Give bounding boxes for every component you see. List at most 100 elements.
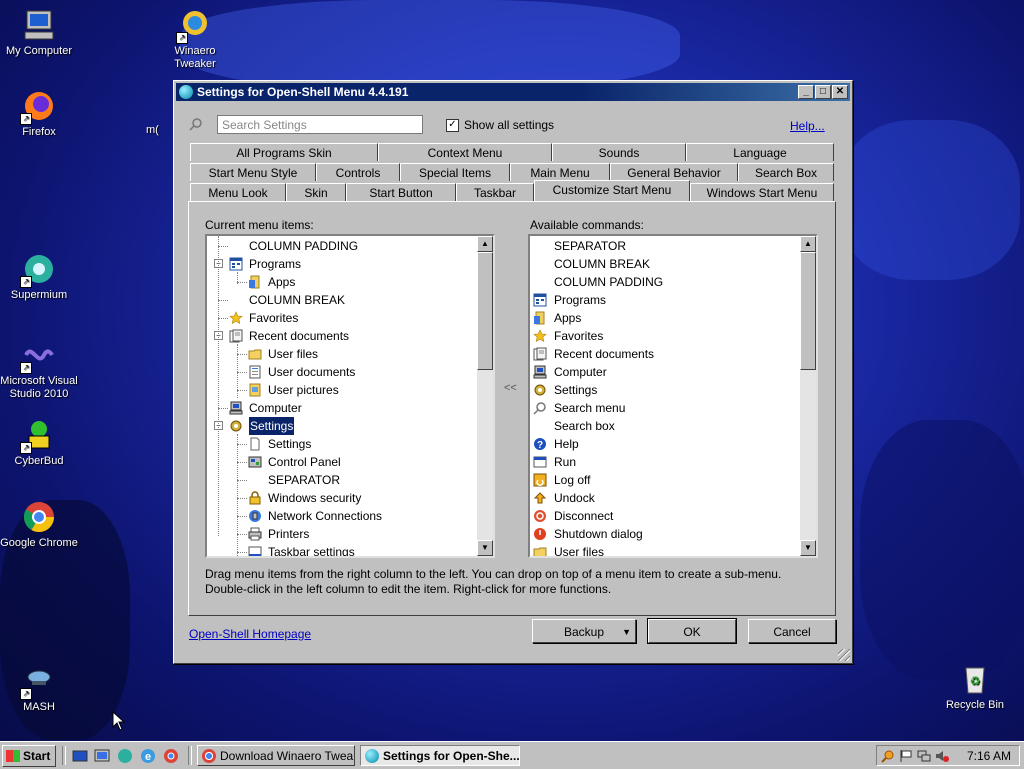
- desktop-icon-cyberbud[interactable]: ↗ CyberBud: [0, 418, 81, 468]
- available-command-label: COLUMN PADDING: [554, 275, 664, 289]
- current-menu-item[interactable]: Favorites: [207, 309, 475, 327]
- available-list-scrollbar[interactable]: ▲ ▼: [800, 236, 816, 556]
- tab-customize-start-menu[interactable]: Customize Start Menu: [534, 180, 690, 201]
- available-command-item[interactable]: Recent documents: [530, 345, 798, 363]
- clock[interactable]: 7:16 AM: [967, 746, 1011, 767]
- desktop-icon-winaero-tweaker[interactable]: ↗ Winaero Tweaker: [153, 8, 237, 71]
- tab-main-menu[interactable]: Main Menu: [510, 163, 610, 181]
- available-command-item[interactable]: Log off: [530, 471, 798, 489]
- shortcut-arrow-icon: ↗: [176, 32, 188, 44]
- tab-start-button[interactable]: Start Button: [346, 183, 456, 201]
- tab-search-box[interactable]: Search Box: [738, 163, 834, 181]
- show-all-settings-checkbox[interactable]: ✓: [446, 119, 459, 132]
- current-menu-item[interactable]: User pictures: [207, 381, 475, 399]
- scroll-up-button[interactable]: ▲: [800, 236, 816, 252]
- current-menu-item[interactable]: Taskbar settings: [207, 543, 475, 556]
- show-desktop-icon[interactable]: [72, 748, 88, 764]
- help-link[interactable]: Help...: [790, 119, 825, 133]
- tab-special-items[interactable]: Special Items: [400, 163, 510, 181]
- available-command-item[interactable]: Settings: [530, 381, 798, 399]
- current-menu-item[interactable]: Network Connections: [207, 507, 475, 525]
- available-command-item[interactable]: User files: [530, 543, 798, 556]
- available-command-item[interactable]: COLUMN BREAK: [530, 255, 798, 273]
- current-menu-item[interactable]: Settings: [207, 435, 475, 453]
- current-menu-items-list[interactable]: COLUMN PADDING − Programs Apps COLUMN BREAK F…: [205, 234, 495, 558]
- title-bar[interactable]: Settings for Open-Shell Menu 4.4.191 _ □…: [176, 83, 850, 101]
- search-input[interactable]: Search Settings: [217, 115, 423, 134]
- cancel-button[interactable]: Cancel: [748, 619, 836, 643]
- current-menu-item[interactable]: − Settings: [207, 416, 475, 436]
- taskbar-item-settings[interactable]: Settings for Open-She...: [360, 745, 520, 766]
- current-menu-item[interactable]: Windows security: [207, 489, 475, 507]
- tab-start-menu-style[interactable]: Start Menu Style: [190, 163, 316, 181]
- scroll-thumb[interactable]: [477, 252, 493, 370]
- ok-button[interactable]: OK: [647, 618, 737, 644]
- available-command-item[interactable]: Apps: [530, 309, 798, 327]
- tab-all-programs-skin[interactable]: All Programs Skin: [190, 143, 378, 161]
- taskbar-item-chrome[interactable]: Download Winaero Twea...: [197, 745, 355, 766]
- search-icon[interactable]: [881, 749, 895, 763]
- current-menu-item[interactable]: User documents: [207, 363, 475, 381]
- desktop-icon-supermium[interactable]: ↗ Supermium: [0, 252, 81, 302]
- explorer-icon[interactable]: [94, 748, 110, 764]
- current-menu-item[interactable]: Computer: [207, 399, 475, 417]
- tab-general-behavior[interactable]: General Behavior: [610, 163, 738, 181]
- available-commands-list[interactable]: SEPARATOR COLUMN BREAK COLUMN PADDING Progr…: [528, 234, 818, 558]
- available-command-item[interactable]: Shutdown dialog: [530, 525, 798, 543]
- available-command-item[interactable]: ? Help: [530, 435, 798, 453]
- tab-sounds[interactable]: Sounds: [552, 143, 686, 161]
- current-menu-item[interactable]: Printers: [207, 525, 475, 543]
- network-icon[interactable]: [917, 749, 931, 763]
- current-menu-item[interactable]: Apps: [207, 273, 475, 291]
- scroll-down-button[interactable]: ▼: [477, 540, 493, 556]
- tab-taskbar[interactable]: Taskbar: [456, 183, 534, 201]
- available-command-item[interactable]: Run: [530, 453, 798, 471]
- current-menu-item[interactable]: COLUMN BREAK: [207, 291, 475, 309]
- start-button[interactable]: Start: [2, 745, 56, 767]
- internet-explorer-icon[interactable]: e: [140, 748, 156, 764]
- supermium-launch-icon[interactable]: [117, 748, 133, 764]
- tab-menu-look[interactable]: Menu Look: [190, 183, 286, 201]
- desktop-icon-mash[interactable]: ↗ MASH: [0, 664, 81, 714]
- available-command-item[interactable]: COLUMN PADDING: [530, 273, 798, 291]
- current-menu-item[interactable]: SEPARATOR: [207, 471, 475, 489]
- desktop-icon-recycle-bin[interactable]: ♻ Recycle Bin: [933, 662, 1017, 712]
- minimize-button[interactable]: _: [798, 85, 814, 99]
- tab-language[interactable]: Language: [686, 143, 834, 161]
- available-command-item[interactable]: SEPARATOR: [530, 237, 798, 255]
- tab-context-menu[interactable]: Context Menu: [378, 143, 552, 161]
- current-list-scrollbar[interactable]: ▲ ▼: [477, 236, 493, 556]
- current-menu-item[interactable]: − Recent documents: [207, 327, 475, 345]
- available-command-item[interactable]: Computer: [530, 363, 798, 381]
- backup-button[interactable]: Backup ▼: [532, 619, 636, 643]
- desktop-icon-partial[interactable]: m(: [146, 124, 176, 137]
- tab-controls[interactable]: Controls: [316, 163, 400, 181]
- available-command-label: Search menu: [554, 401, 626, 415]
- available-command-item[interactable]: Undock: [530, 489, 798, 507]
- flag-icon[interactable]: [899, 749, 913, 763]
- desktop-icon-my-computer[interactable]: My Computer: [0, 8, 81, 58]
- desktop-icon-visual-studio[interactable]: ↗ Microsoft Visual Studio 2010: [0, 338, 81, 401]
- volume-muted-icon[interactable]: [935, 749, 949, 763]
- available-command-item[interactable]: Programs: [530, 291, 798, 309]
- available-command-item[interactable]: Search box: [530, 417, 798, 435]
- chrome-launch-icon[interactable]: [163, 748, 179, 764]
- resize-grip[interactable]: [838, 649, 850, 661]
- current-menu-item[interactable]: − Programs: [207, 255, 475, 273]
- open-shell-homepage-link[interactable]: Open-Shell Homepage: [189, 627, 311, 641]
- current-menu-item[interactable]: User files: [207, 345, 475, 363]
- available-command-item[interactable]: Disconnect: [530, 507, 798, 525]
- available-command-item[interactable]: Favorites: [530, 327, 798, 345]
- tab-windows-start-menu[interactable]: Windows Start Menu: [690, 183, 834, 201]
- desktop-icon-firefox[interactable]: ↗ Firefox: [0, 89, 81, 139]
- close-button[interactable]: ✕: [832, 85, 848, 99]
- scroll-thumb[interactable]: [800, 252, 816, 370]
- current-menu-item[interactable]: COLUMN PADDING: [207, 237, 475, 255]
- desktop-icon-google-chrome[interactable]: Google Chrome: [0, 500, 81, 550]
- scroll-down-button[interactable]: ▼: [800, 540, 816, 556]
- scroll-up-button[interactable]: ▲: [477, 236, 493, 252]
- current-menu-item[interactable]: Control Panel: [207, 453, 475, 471]
- tab-skin[interactable]: Skin: [286, 183, 346, 201]
- available-command-item[interactable]: Search menu: [530, 399, 798, 417]
- maximize-button[interactable]: □: [815, 85, 831, 99]
